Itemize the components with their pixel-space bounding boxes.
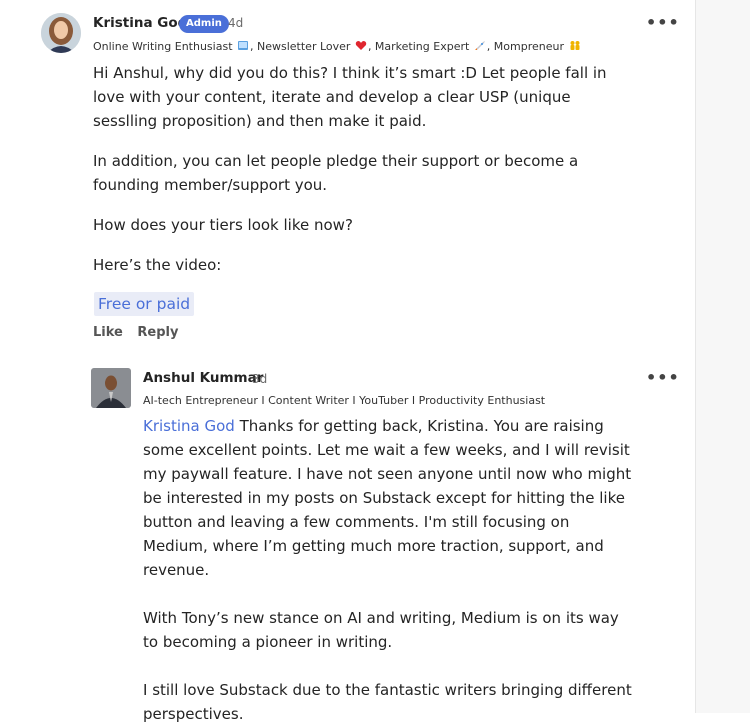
avatar[interactable] <box>41 13 81 53</box>
right-sidebar-panel <box>695 0 750 713</box>
book-emoji-icon <box>238 41 249 50</box>
comment-paragraph: With Tony’s new stance on AI and writing… <box>143 609 619 651</box>
more-options-icon[interactable]: ••• <box>646 370 679 387</box>
comment-paragraph: I still love Substack due to the fantast… <box>143 681 632 723</box>
more-options-icon[interactable]: ••• <box>646 15 679 32</box>
avatar-anshul-image <box>91 368 131 408</box>
author-tagline: Online Writing Enthusiast , Newsletter L… <box>93 40 582 53</box>
author-name[interactable]: Anshul Kummar <box>143 370 263 386</box>
tagline-part: , Newsletter Lover <box>250 40 351 53</box>
tagline-part: , Mompreneur <box>486 40 564 53</box>
avatar-kristina-image <box>41 13 81 53</box>
comment-body: Kristina God Thanks for getting back, Kr… <box>143 414 633 726</box>
comment-kristina: Kristina God Admin 4d ••• Online Writing… <box>0 0 690 345</box>
avatar[interactable] <box>91 368 131 408</box>
author-name[interactable]: Kristina God <box>93 15 187 31</box>
tagline-part: , Marketing Expert <box>367 40 470 53</box>
comment-body: Hi Anshul, why did you do this? I think … <box>93 61 638 277</box>
comment-age[interactable]: 3d <box>252 372 267 386</box>
like-button[interactable]: Like <box>93 325 123 340</box>
family-emoji-icon <box>570 41 579 50</box>
admin-badge: Admin <box>179 15 229 33</box>
comment-text: Thanks for getting back, Kristina. You a… <box>143 417 632 579</box>
rocket-emoji-icon <box>474 41 485 50</box>
comment-paragraph: Kristina God Thanks for getting back, Kr… <box>143 414 633 582</box>
comment-paragraph: In addition, you can let people pledge t… <box>93 152 579 194</box>
tagline-part: Online Writing Enthusiast <box>93 40 233 53</box>
author-tagline: AI-tech Entrepreneur I Content Writer I … <box>143 394 546 407</box>
comment-actions: Like Reply <box>93 325 188 340</box>
comment-paragraph: How does your tiers look like now? <box>93 216 353 234</box>
reply-button[interactable]: Reply <box>137 325 178 340</box>
comment-age[interactable]: 4d <box>228 16 243 30</box>
video-link[interactable]: Free or paid <box>94 292 195 316</box>
comment-paragraph: Here’s the video: <box>93 256 222 274</box>
comment-anshul: Anshul Kummar 3d ••• AI-tech Entrepreneu… <box>0 360 690 723</box>
heart-emoji-icon <box>355 41 367 50</box>
mention-link[interactable]: Kristina God <box>143 417 235 435</box>
comment-paragraph: Hi Anshul, why did you do this? I think … <box>93 64 607 130</box>
